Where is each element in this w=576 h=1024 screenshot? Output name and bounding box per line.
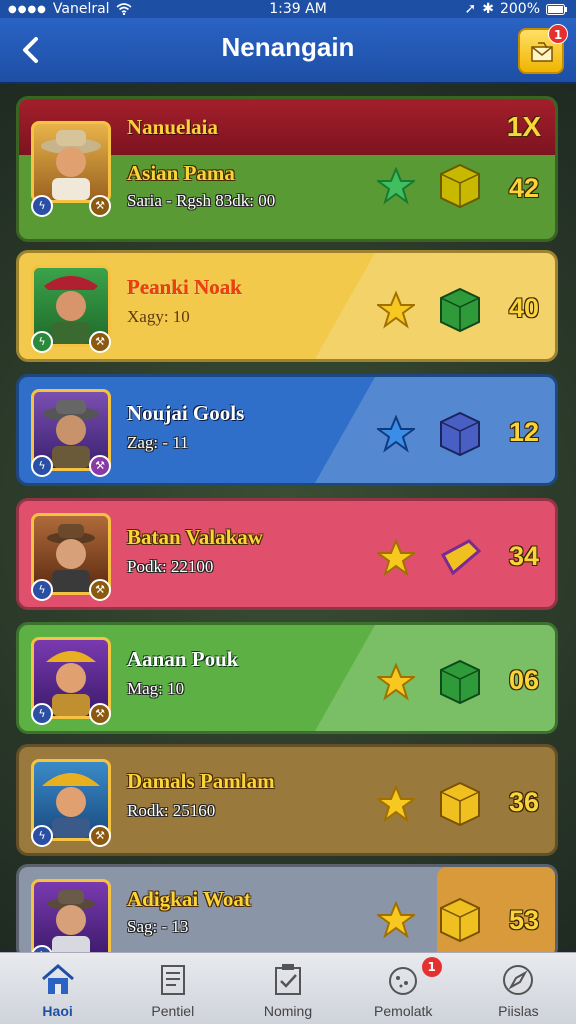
- tab-pemolatk[interactable]: 1 Pemolatk: [346, 953, 461, 1024]
- document-icon: [160, 965, 185, 995]
- app-header: Nenangain 1: [0, 18, 576, 84]
- lightning-icon: ϟ: [31, 825, 53, 847]
- score-value: 12: [508, 417, 539, 447]
- list-item[interactable]: ϟ ⚒ Aanan Pouk Mag: 10 06: [16, 622, 558, 734]
- battery-level: 200%: [499, 1, 540, 17]
- status-bar: ●●●● Vanelral 1:39 AM ➚ ✱ 200%: [0, 0, 576, 18]
- score-value: 06: [508, 665, 539, 695]
- gem-icon: [440, 411, 480, 457]
- compass-icon: [503, 965, 534, 995]
- tab-label: Piislas: [498, 1003, 539, 1019]
- player-stats: Mag: 10: [127, 679, 185, 698]
- gem-icon: [440, 781, 480, 827]
- list-item[interactable]: Nanuelaia 1X ϟ ⚒ Asian Pama Saria - Rgsh…: [16, 96, 558, 242]
- tab-pentiel[interactable]: Pentiel: [115, 953, 230, 1024]
- ticket-icon: [440, 539, 482, 576]
- chest-icon: [440, 897, 480, 943]
- achievement-icon: [389, 967, 418, 995]
- list-item[interactable]: ϟ ⚒ Peanki Noak Xagy: 10 40: [16, 250, 558, 362]
- star-icon: [377, 539, 415, 577]
- player-stats: Podk: 22100: [127, 557, 214, 576]
- player-stats: Rodk: 25160: [127, 801, 216, 820]
- leaderboard-list: Nanuelaia 1X ϟ ⚒ Asian Pama Saria - Rgsh…: [0, 84, 576, 960]
- gem-icon: [440, 163, 480, 209]
- player-name: Batan Valakaw: [127, 525, 263, 549]
- tab-bar: Haoi Pentiel Noming 1 Pemolatk Piislas: [0, 952, 576, 1024]
- tools-icon: ⚒: [89, 579, 111, 601]
- multiplier-label: 1X: [506, 111, 541, 142]
- player-name: Aanan Pouk: [127, 647, 239, 671]
- lightning-icon: ϟ: [31, 331, 53, 353]
- location-icon: ➚: [464, 1, 477, 17]
- tab-piislas[interactable]: Piislas: [461, 953, 576, 1024]
- card-header-title: Nanuelaia: [127, 115, 219, 139]
- notifications-button[interactable]: 1: [518, 24, 568, 74]
- lightning-icon: ϟ: [31, 195, 53, 217]
- score-value: 53: [508, 905, 539, 935]
- tab-label: Haoi: [42, 1003, 73, 1019]
- lightning-icon: ϟ: [31, 455, 53, 477]
- tab-noming[interactable]: Noming: [230, 953, 345, 1024]
- score-value: 34: [508, 541, 539, 571]
- list-item[interactable]: ϟ ⚒ Batan Valakaw Podk: 22100 34: [16, 498, 558, 610]
- list-item[interactable]: ϟ ⚒ Noujai Gools Zag: - 11 12: [16, 374, 558, 486]
- player-stats: Sag: - 13: [127, 917, 189, 936]
- home-icon: [41, 964, 74, 994]
- tools-icon: ⚒: [89, 703, 111, 725]
- star-icon: [377, 663, 415, 701]
- star-icon: [377, 167, 415, 205]
- checklist-icon: [275, 964, 301, 995]
- avatar: [31, 121, 111, 203]
- carrier-name: Vanelral: [52, 1, 110, 17]
- player-name: Damals Pamlam: [127, 769, 275, 793]
- tools-icon: ⚒: [89, 195, 111, 217]
- tab-label: Noming: [263, 1003, 313, 1019]
- list-item[interactable]: ϟ Adigkai Woat Sag: - 13 53: [16, 864, 558, 960]
- star-icon: [377, 291, 415, 329]
- character-portrait-icon: [41, 130, 101, 200]
- player-stats: Zag: - 11: [127, 433, 189, 452]
- tools-icon: ⚒: [89, 331, 111, 353]
- player-stats: Saria - Rgsh 83dk: 00: [127, 191, 276, 210]
- tab-label: Pentiel: [151, 1003, 195, 1019]
- tab-label: Pemolatk: [374, 1003, 433, 1019]
- tab-badge: 1: [421, 957, 442, 977]
- list-item[interactable]: ϟ ⚒ Damals Pamlam Rodk: 25160 36: [16, 744, 558, 856]
- status-right: ➚ ✱ 200%: [465, 1, 569, 17]
- player-name: Noujai Gools: [127, 401, 245, 425]
- player-name: Asian Pama: [127, 161, 235, 185]
- bluetooth-icon: ✱: [482, 1, 494, 17]
- star-icon: [377, 901, 415, 939]
- score-value: 36: [508, 787, 539, 817]
- player-name: Peanki Noak: [127, 275, 242, 299]
- notification-badge: 1: [548, 24, 568, 44]
- status-time: 1:39 AM: [269, 1, 327, 17]
- signal-icon: ●●●●: [8, 3, 47, 15]
- star-icon: [377, 415, 415, 453]
- gem-icon: [440, 659, 480, 705]
- player-stats: Xagy: 10: [127, 307, 190, 326]
- player-name: Adigkai Woat: [127, 887, 251, 911]
- mail-icon: [531, 42, 553, 62]
- page-title: Nenangain: [221, 32, 355, 62]
- status-left: ●●●● Vanelral: [8, 1, 132, 17]
- lightning-icon: ϟ: [31, 703, 53, 725]
- tab-home[interactable]: Haoi: [0, 953, 115, 1024]
- tools-icon: ⚒: [89, 825, 111, 847]
- battery-icon: [546, 3, 567, 15]
- star-icon: [377, 785, 415, 823]
- lightning-icon: ϟ: [31, 579, 53, 601]
- score-value: 40: [508, 293, 539, 323]
- wifi-icon: [116, 3, 132, 15]
- score-value: 42: [508, 173, 539, 203]
- gem-icon: [440, 287, 480, 333]
- tools-icon: ⚒: [89, 455, 111, 477]
